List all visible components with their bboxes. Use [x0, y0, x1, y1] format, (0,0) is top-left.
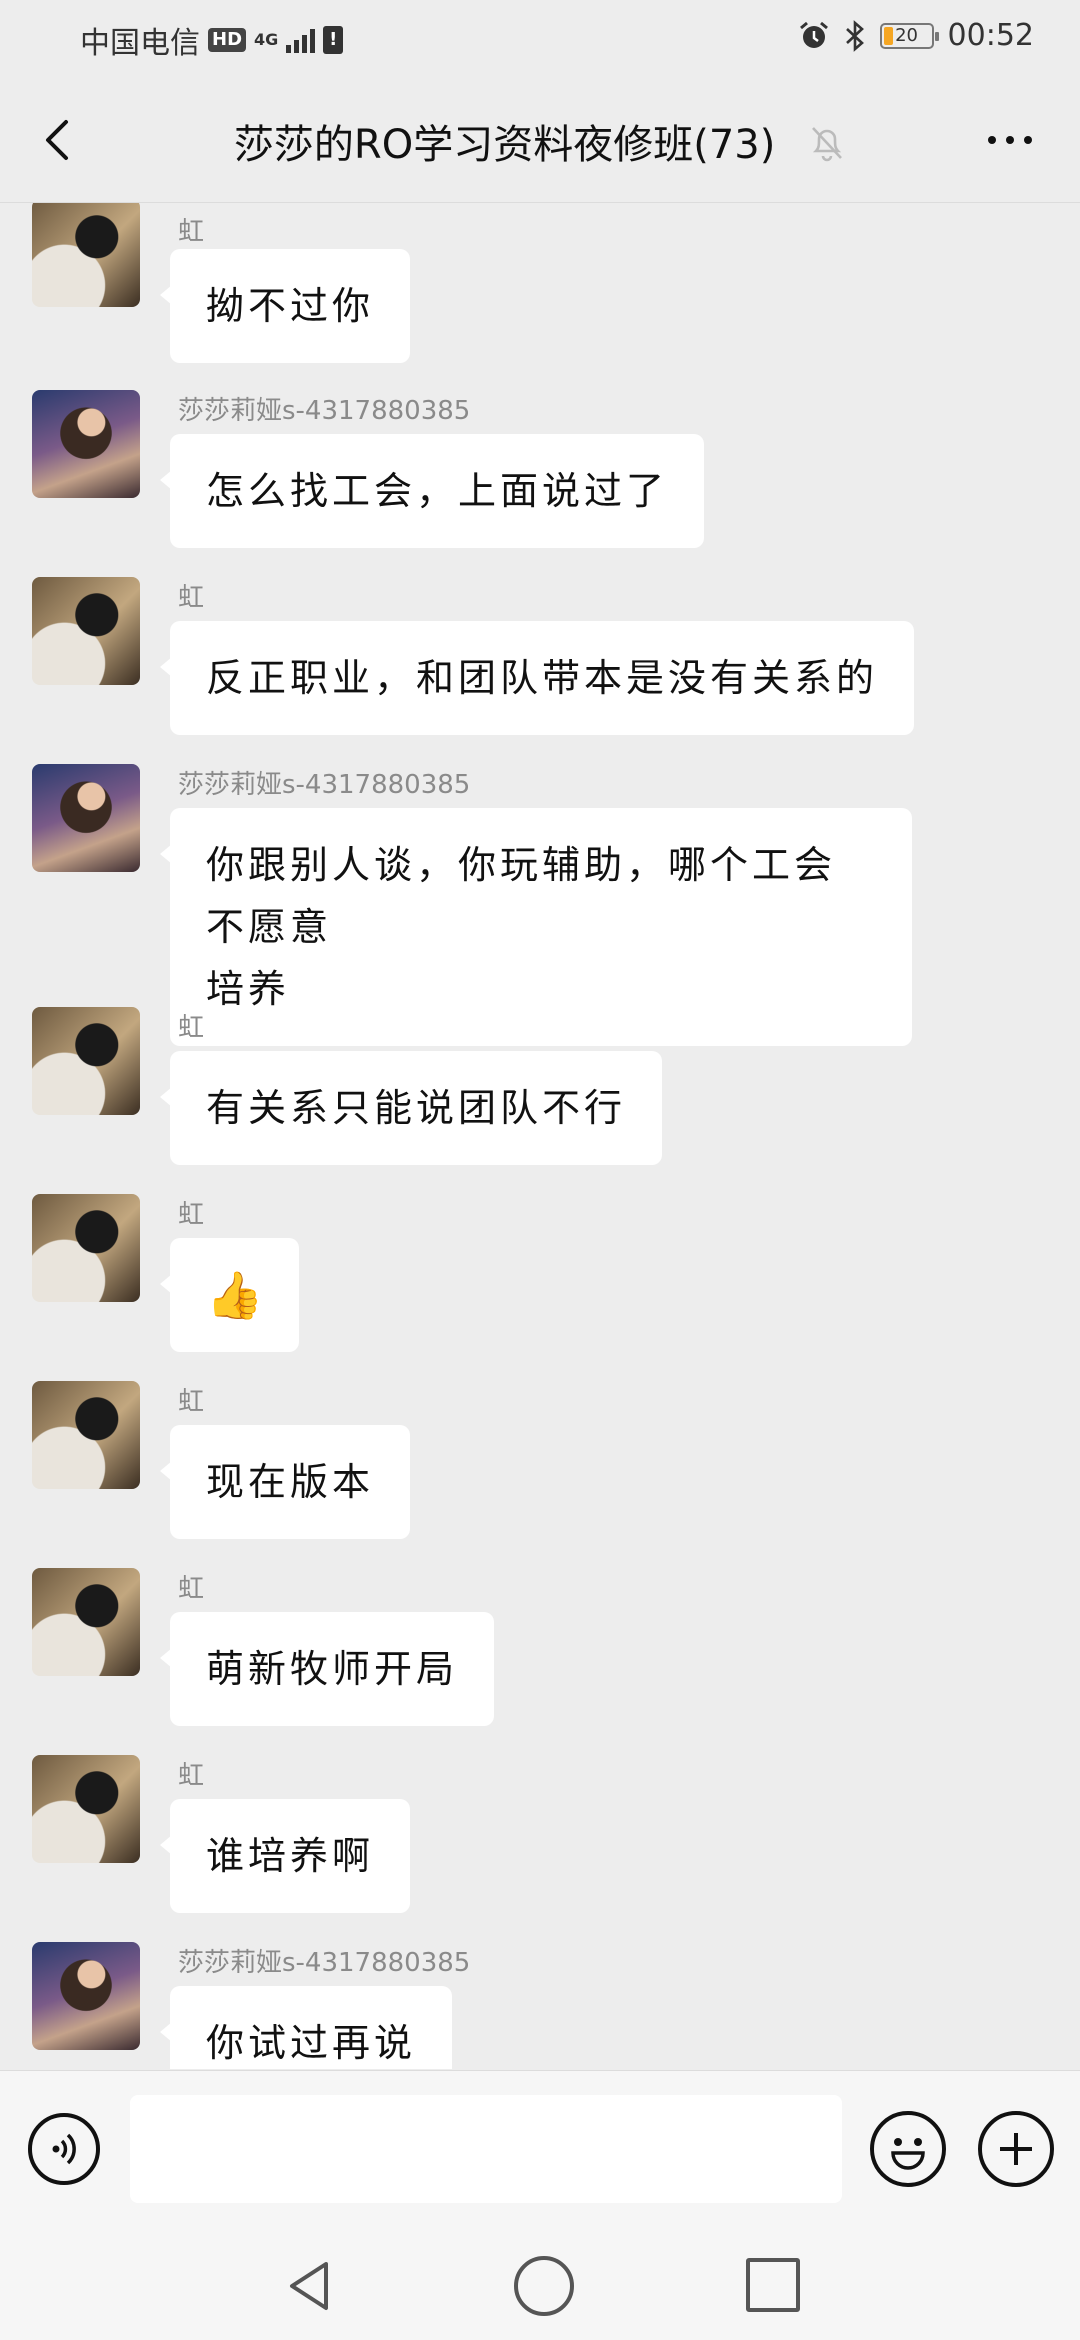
- sender-name: 虹: [178, 1574, 205, 1604]
- avatar[interactable]: [32, 1381, 140, 1489]
- message-bubble[interactable]: 你试过再说: [159, 1986, 453, 2069]
- sender-name: 虹: [178, 1200, 205, 1230]
- plus-icon: [1000, 2133, 1032, 2165]
- bell-off-icon: [808, 122, 846, 172]
- more-horizontal-icon: [988, 136, 996, 144]
- more-button[interactable]: [980, 120, 1040, 160]
- message-bubble[interactable]: 怎么找工会，上面说过了: [159, 434, 705, 548]
- plus-button[interactable]: [978, 2111, 1054, 2187]
- status-left: 中国电信 HD 4G !: [80, 18, 344, 62]
- message-line: 你跟别人谈，你玩辅助，哪个工会不愿意: [206, 843, 837, 949]
- message-bubble[interactable]: 反正职业，和团队带本是没有关系的: [159, 621, 915, 735]
- message-bubble[interactable]: 现在版本: [159, 1425, 411, 1539]
- avatar[interactable]: [32, 1568, 140, 1676]
- status-bar: 中国电信 HD 4G ! 20 00:52: [0, 0, 1080, 74]
- nav-back-icon[interactable]: [280, 2256, 340, 2316]
- message-bubble[interactable]: 萌新牧师开局: [159, 1612, 495, 1726]
- avatar[interactable]: [32, 1194, 140, 1302]
- thumbs-up-emoji[interactable]: 👍: [159, 1238, 300, 1352]
- message-bubble[interactable]: 你跟别人谈，你玩辅助，哪个工会不愿意 培养: [160, 808, 912, 1046]
- sender-name: 莎莎莉娅s-4317880385: [178, 770, 471, 800]
- message-line: 培养: [206, 967, 291, 1011]
- smile-icon: [891, 2138, 925, 2170]
- avatar[interactable]: [32, 1755, 140, 1863]
- sender-name: 虹: [178, 583, 205, 613]
- battery-level: 20: [895, 24, 918, 46]
- nav-home-icon[interactable]: [514, 2256, 574, 2316]
- message-input[interactable]: [130, 2095, 842, 2203]
- avatar[interactable]: [32, 764, 140, 872]
- avatar[interactable]: [32, 390, 140, 498]
- chat-title: 莎莎的RO学习资料夜修班(73): [233, 122, 776, 168]
- voice-icon: [52, 2133, 76, 2165]
- message-list[interactable]: 虹 拗不过你 莎莎莉娅s-4317880385 怎么找工会，上面说过了 虹 反正…: [0, 203, 1080, 2069]
- sim-alert-icon: !: [323, 26, 344, 54]
- input-bar: [0, 2070, 1080, 2227]
- bluetooth-icon: [845, 19, 864, 52]
- battery-icon: 20: [879, 22, 939, 49]
- message-bubble[interactable]: 谁培养啊: [159, 1799, 411, 1913]
- sender-name: 虹: [178, 1013, 205, 1043]
- clock: 00:52: [947, 18, 1034, 53]
- avatar[interactable]: [32, 203, 140, 307]
- avatar[interactable]: [32, 1007, 140, 1115]
- sender-name: 虹: [178, 217, 205, 247]
- network-type: 4G: [254, 30, 279, 49]
- message-bubble[interactable]: 拗不过你: [159, 249, 411, 363]
- emoji-button[interactable]: [870, 2111, 946, 2187]
- sender-name: 虹: [178, 1761, 205, 1791]
- chat-header: 莎莎的RO学习资料夜修班(73): [0, 74, 1080, 203]
- hd-badge: HD: [208, 28, 247, 52]
- status-right: 20 00:52: [798, 18, 1034, 53]
- sender-name: 莎莎莉娅s-4317880385: [178, 396, 471, 426]
- chat-title-wrap: 莎莎的RO学习资料夜修班(73): [0, 112, 1080, 172]
- sender-name: 莎莎莉娅s-4317880385: [178, 1948, 471, 1978]
- sender-name: 虹: [178, 1387, 205, 1417]
- voice-button[interactable]: [28, 2113, 100, 2185]
- nav-recent-icon[interactable]: [746, 2258, 800, 2312]
- system-nav-bar: [0, 2226, 1080, 2340]
- avatar[interactable]: [32, 577, 140, 685]
- message-bubble[interactable]: 有关系只能说团队不行: [159, 1051, 663, 1165]
- alarm-icon: [799, 21, 828, 48]
- avatar[interactable]: [32, 1942, 140, 2050]
- carrier-label: 中国电信: [80, 26, 200, 61]
- signal-icon: [286, 27, 316, 53]
